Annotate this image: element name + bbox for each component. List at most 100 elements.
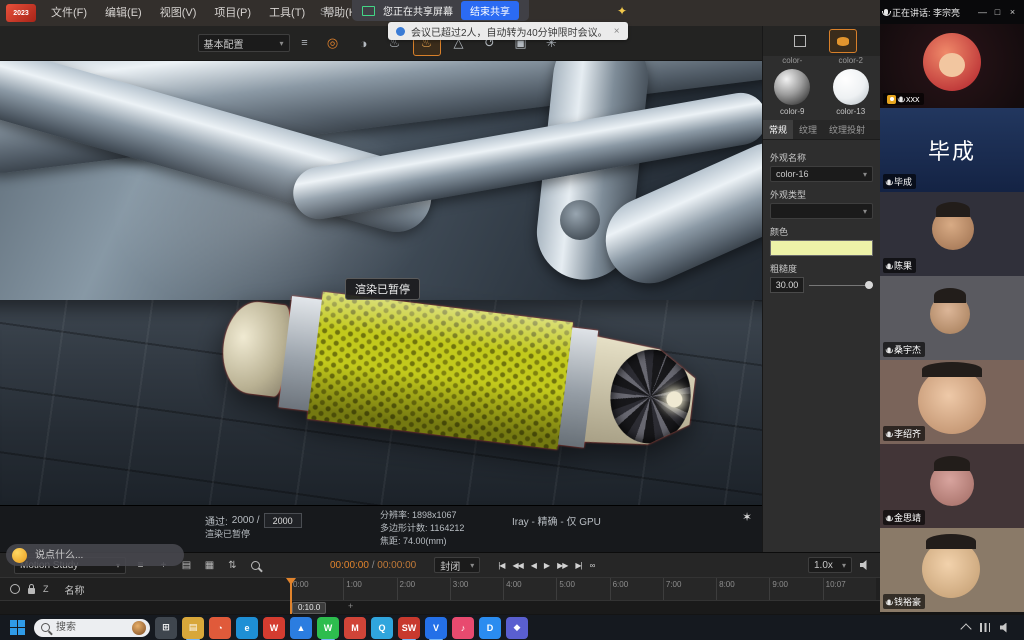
- preset-list-button[interactable]: ≡: [295, 34, 315, 52]
- toast-text: 会议已超过2人，自动转为40分钟限时会议。: [411, 24, 608, 39]
- mic-icon: [887, 179, 890, 184]
- record-icon[interactable]: [10, 584, 20, 594]
- sharing-status-text: 您正在共享屏幕: [383, 3, 453, 18]
- mic-icon: [887, 515, 890, 520]
- participant-tile[interactable]: xxx: [880, 24, 1024, 108]
- taskbar-app-wps[interactable]: W: [263, 617, 285, 639]
- step-back-button[interactable]: ◀: [531, 561, 536, 570]
- meeting-toast: 会议已超过2人，自动转为40分钟限时会议。 ×: [388, 22, 628, 40]
- windows-taskbar: ⊞ ▤ ◔ e W ▲ W M Q SW V ♪ D ◆: [0, 615, 1024, 640]
- taskbar-app-dingtalk[interactable]: D: [479, 617, 501, 639]
- sharing-screen-icon: [362, 6, 375, 16]
- minimize-button[interactable]: —: [975, 7, 990, 17]
- zoom-icon[interactable]: [247, 557, 264, 574]
- info-icon: [396, 27, 405, 36]
- roughness-label: 粗糙度: [770, 262, 873, 275]
- participant-tile[interactable]: 金思靖: [880, 444, 1024, 528]
- sort-icon[interactable]: ⇅: [224, 557, 241, 574]
- stop-sharing-button[interactable]: 结束共享: [461, 1, 519, 20]
- maximize-button[interactable]: □: [990, 7, 1005, 17]
- render-target-icon[interactable]: ◎: [320, 31, 346, 55]
- participant-tile[interactable]: 桑宇杰: [880, 276, 1024, 360]
- participant-label: 钱裕豪: [883, 594, 925, 609]
- participant-tile[interactable]: 李绍齐: [880, 360, 1024, 444]
- render-viewport[interactable]: 渲染已暂停: [0, 60, 762, 505]
- taskbar-app-qq[interactable]: Q: [371, 617, 393, 639]
- taskbar-app-wechat[interactable]: W: [317, 617, 339, 639]
- skip-end-button[interactable]: ▶|: [575, 561, 581, 570]
- slider-knob[interactable]: [865, 281, 873, 289]
- taskbar-app-task-view[interactable]: ⊞: [155, 617, 177, 639]
- zoom-in-icon[interactable]: +: [348, 601, 353, 611]
- participant-tile[interactable]: 钱裕豪: [880, 528, 1024, 612]
- appearances-tab-icon[interactable]: [829, 29, 857, 53]
- tab-general[interactable]: 常规: [763, 120, 793, 139]
- tab-texture[interactable]: 纹理: [793, 120, 823, 139]
- passes-current: 2000 /: [232, 515, 260, 526]
- passes-limit-input[interactable]: [264, 513, 302, 528]
- taskbar-app-store[interactable]: ◆: [506, 617, 528, 639]
- menu-project[interactable]: 项目(P): [205, 0, 260, 26]
- cylinder-icon: [837, 37, 849, 46]
- frame-forward-button[interactable]: ▶▶: [557, 561, 567, 570]
- menu-file[interactable]: 文件(F): [42, 0, 96, 26]
- tray-expand-icon[interactable]: [960, 623, 971, 634]
- lock-icon[interactable]: [28, 588, 35, 594]
- preset-select[interactable]: 基本配置▾: [198, 34, 290, 52]
- network-icon[interactable]: [980, 623, 990, 632]
- swatch-color-9[interactable]: color-9: [763, 69, 822, 116]
- toast-close-icon[interactable]: ×: [614, 26, 620, 37]
- roughness-input[interactable]: [770, 277, 804, 293]
- menu-tools[interactable]: 工具(T): [260, 0, 314, 26]
- participant-tile[interactable]: 毕成 毕成: [880, 108, 1024, 192]
- roughness-slider[interactable]: [809, 280, 873, 290]
- taskbar-app-file-explorer[interactable]: ▤: [182, 617, 204, 639]
- favorite-star-icon[interactable]: ✶: [742, 510, 752, 524]
- loop-button[interactable]: ∞: [590, 561, 595, 570]
- appearance-type-select[interactable]: ▾: [770, 203, 873, 219]
- play-button[interactable]: ▶: [544, 561, 549, 570]
- tab-texture-mapping[interactable]: 纹理投射: [823, 120, 871, 139]
- resolution-text: 分辨率: 1898x1067: [380, 509, 464, 522]
- volume-icon[interactable]: [1000, 623, 1010, 633]
- ruler-tick: 10:07: [823, 578, 876, 600]
- start-button[interactable]: [10, 620, 25, 635]
- appearance-tabs: 常规 纹理 纹理投射: [763, 120, 880, 140]
- close-button[interactable]: ×: [1005, 7, 1020, 17]
- taskbar-app-edge[interactable]: e: [236, 617, 258, 639]
- screen: 2023 文件(F) 编辑(E) 视图(V) 项目(P) 工具(T) 帮助(H)…: [0, 0, 1024, 640]
- taskbar-app-cloud-drive[interactable]: ▲: [290, 617, 312, 639]
- taskbar-app-tencent-meeting[interactable]: V: [425, 617, 447, 639]
- timeline-ruler[interactable]: 0:00 1:00 2:00 3:00 4:00 5:00 6:00 7:00 …: [290, 578, 876, 600]
- playback-speed-select[interactable]: 1.0x▾: [808, 557, 852, 573]
- time-range-box[interactable]: 0:10.0: [292, 602, 326, 614]
- menu-edit[interactable]: 编辑(E): [96, 0, 151, 26]
- name-column-header: 名称: [65, 582, 85, 597]
- scene-tab-icon[interactable]: [787, 30, 813, 52]
- search-input[interactable]: [54, 621, 118, 634]
- swatch-color-13[interactable]: color-13: [822, 69, 881, 116]
- material-ball-icon[interactable]: ◑: [351, 31, 377, 55]
- emoji-icon[interactable]: [12, 548, 27, 563]
- model-turbine: [605, 345, 696, 448]
- menu-view[interactable]: 视图(V): [151, 0, 206, 26]
- z-order-icon[interactable]: Z: [43, 584, 49, 594]
- playback-mode-select[interactable]: 封闭▾: [434, 557, 480, 573]
- participant-label: 李绍齐: [883, 426, 925, 441]
- appearance-name-select[interactable]: color-16▾: [770, 166, 873, 182]
- taskbar-app-browser[interactable]: ◔: [209, 617, 231, 639]
- window-title: SOLI: [320, 7, 343, 18]
- volume-icon[interactable]: [860, 560, 870, 570]
- window-controls: — □ ×: [975, 7, 1020, 17]
- frame-back-button[interactable]: ◀◀: [512, 561, 522, 570]
- time-current: 00:00:00: [330, 560, 369, 571]
- color-swatch[interactable]: [770, 240, 873, 256]
- playhead-marker[interactable]: [290, 578, 292, 614]
- grid-icon[interactable]: ▦: [201, 557, 218, 574]
- participant-tile[interactable]: 陈果: [880, 192, 1024, 276]
- taskbar-app-solidworks[interactable]: SW: [398, 617, 420, 639]
- chat-input[interactable]: [33, 549, 178, 562]
- taskbar-app-mail[interactable]: M: [344, 617, 366, 639]
- taskbar-app-music[interactable]: ♪: [452, 617, 474, 639]
- skip-start-button[interactable]: |◀: [498, 561, 504, 570]
